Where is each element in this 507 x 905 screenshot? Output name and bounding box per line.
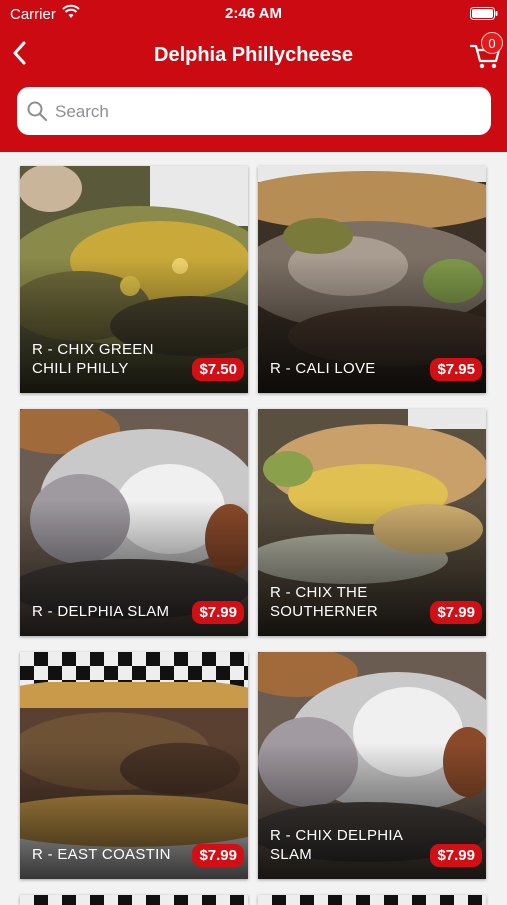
battery-icon [470, 7, 498, 20]
item-name: R - EAST COASTIN [32, 846, 171, 863]
item-name: R - DELPHIA SLAM [32, 603, 170, 620]
menu-item-card[interactable]: R - CHIX DELPHIA SLAM $7.99 [258, 652, 486, 879]
menu-item-card[interactable]: R - CHIX THE SOUTHERNER $7.99 [258, 409, 486, 636]
food-image-paper [258, 895, 486, 905]
menu-item-card[interactable]: R - DELPHIA SLAM $7.99 [20, 409, 248, 636]
item-name: R - CALI LOVE [270, 360, 376, 377]
item-price-badge: $7.99 [192, 844, 244, 867]
header: Carrier 2:46 AM Delphia Phillycheese 0 [0, 0, 507, 152]
food-image-paper [20, 895, 248, 905]
cart-count-badge: 0 [481, 32, 503, 54]
item-name: R - CHIX THE SOUTHERNER [270, 584, 379, 620]
item-price-badge: $7.99 [192, 601, 244, 624]
menu-item-card[interactable]: R - CHIX GREEN CHILI PHILLY $7.50 [20, 166, 248, 393]
item-name: R - CHIX GREEN CHILI PHILLY [32, 341, 154, 377]
item-name: R - CHIX DELPHIA SLAM [270, 827, 403, 863]
menu-item-card[interactable]: R - EAST COASTIN $7.99 [20, 652, 248, 879]
item-price-badge: $7.99 [430, 601, 482, 624]
search-bar[interactable] [17, 87, 491, 135]
search-input[interactable] [53, 97, 477, 127]
item-price-badge: $7.50 [192, 358, 244, 381]
item-price-badge: $7.99 [430, 844, 482, 867]
page-title: Delphia Phillycheese [154, 44, 353, 66]
menu-item-card-partial[interactable] [20, 895, 248, 905]
item-price-badge: $7.95 [430, 358, 482, 381]
search-icon [27, 101, 48, 122]
navbar: Delphia Phillycheese [0, 30, 507, 80]
status-bar: Carrier 2:46 AM [0, 0, 507, 28]
menu-item-card[interactable]: R - CALI LOVE $7.95 [258, 166, 486, 393]
clock: 2:46 AM [225, 5, 282, 22]
menu-item-card-partial[interactable] [258, 895, 486, 905]
